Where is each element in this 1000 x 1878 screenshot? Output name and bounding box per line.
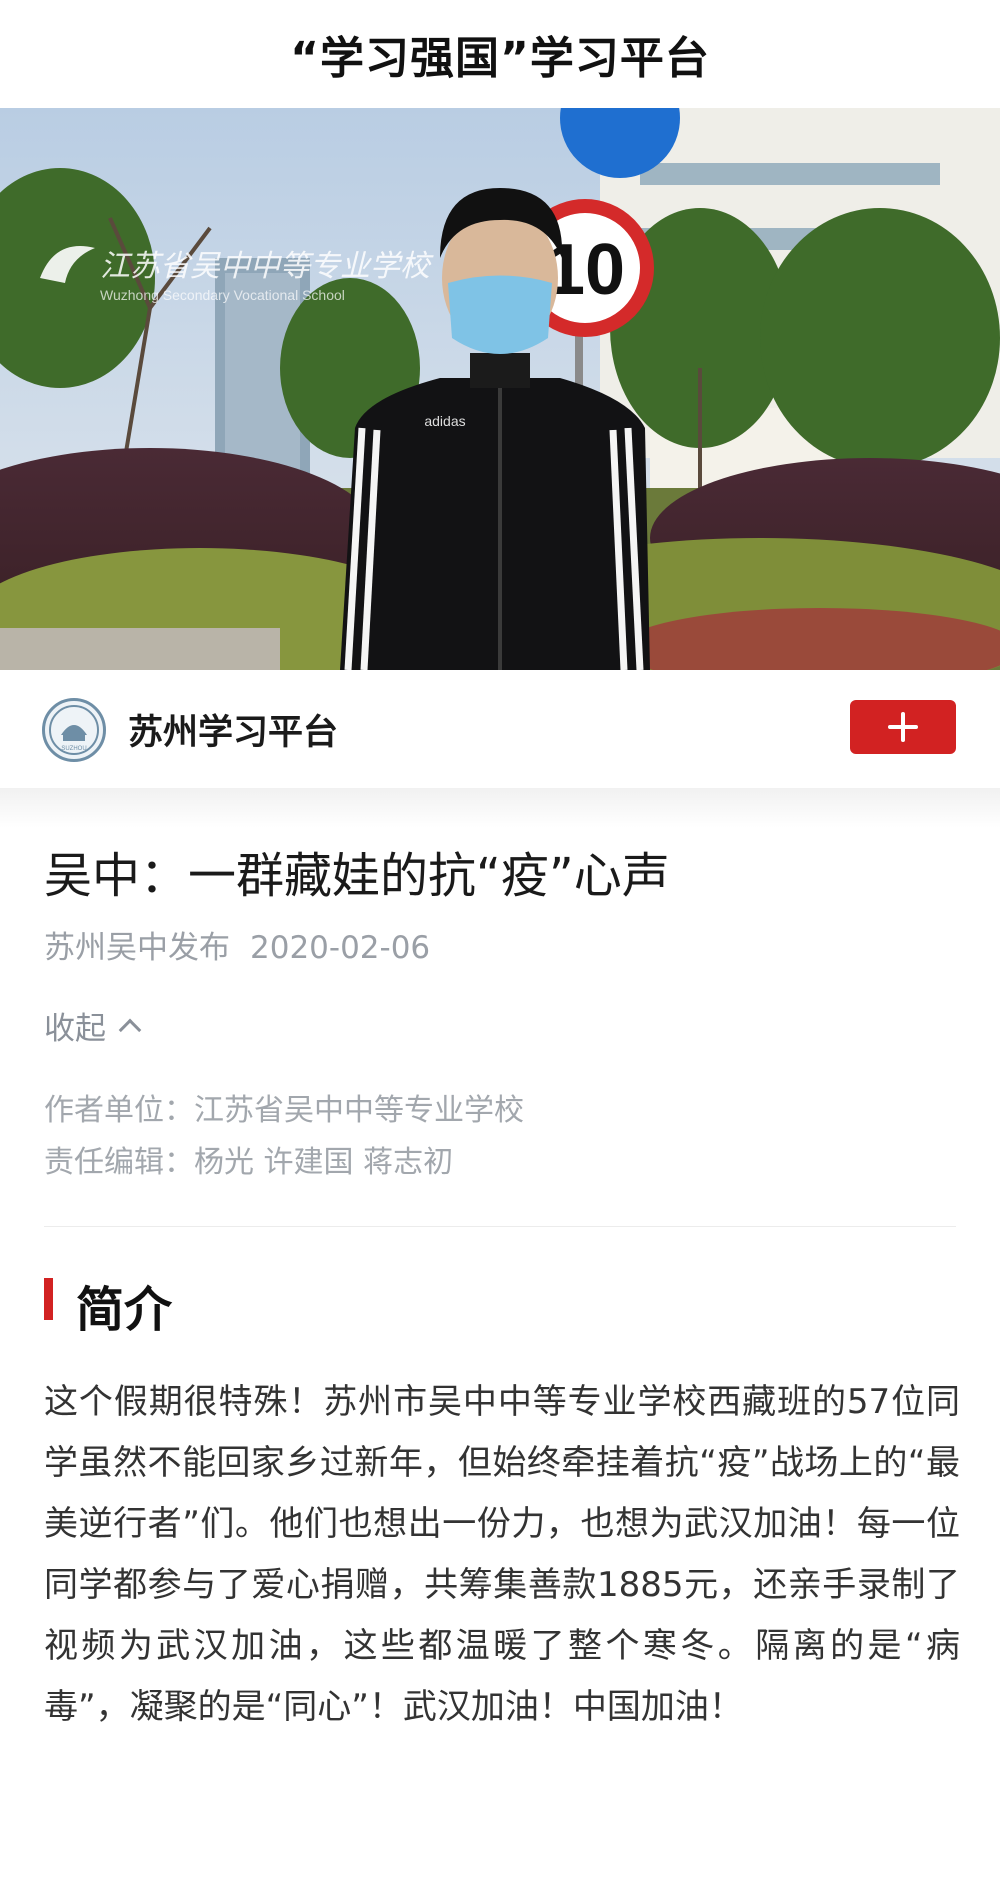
intro-text: 这个假期很特殊！苏州市吴中中等专业学校西藏班的57位同学虽然不能回家乡过新年，但… (44, 1382, 960, 1727)
author-unit: 作者单位：江苏省吴中中等专业学校 (44, 1093, 524, 1128)
svg-text:江苏省吴中中等专业学校: 江苏省吴中中等专业学校 (100, 249, 434, 284)
chevron-up-icon (118, 1018, 142, 1041)
suzhou-platform-logo-icon[interactable]: SUZHOU (42, 698, 106, 762)
svg-text:SUZHOU: SUZHOU (61, 746, 86, 752)
article-date: 2020-02-06 (250, 930, 431, 966)
section-marker (44, 1278, 53, 1320)
intro-heading: 简介 (76, 1282, 173, 1338)
app-title: “学习强国”学习平台 (0, 0, 1000, 108)
article-title: 吴中：一群藏娃的抗“疫”心声 (44, 848, 670, 904)
face-mask (448, 275, 552, 354)
svg-text:Wuzhong Secondary Vocational S: Wuzhong Secondary Vocational School (100, 287, 345, 303)
article-source[interactable]: 苏州吴中发布 (44, 930, 230, 966)
channel-name[interactable]: 苏州学习平台 (128, 704, 338, 755)
divider-line (44, 1226, 956, 1227)
video-player[interactable]: 10 adidas 江苏省吴中中等专业学校 Wuzhong Secondary … (0, 108, 1000, 670)
responsible-editors: 责任编辑：杨光 许建国 蒋志初 (44, 1145, 454, 1180)
plus-icon (888, 712, 918, 742)
article-meta: 苏州吴中发布 2020-02-06 (44, 922, 430, 967)
section-divider (0, 788, 1000, 828)
subscribe-button[interactable] (850, 700, 956, 754)
svg-text:adidas: adidas (424, 413, 465, 429)
collapse-label: 收起 (44, 1011, 106, 1047)
person-jacket (340, 378, 650, 670)
channel-bar: SUZHOU 苏州学习平台 (0, 670, 1000, 788)
collapse-toggle[interactable]: 收起 (44, 1003, 142, 1048)
video-frame: 10 adidas 江苏省吴中中等专业学校 Wuzhong Secondary … (0, 108, 1000, 670)
